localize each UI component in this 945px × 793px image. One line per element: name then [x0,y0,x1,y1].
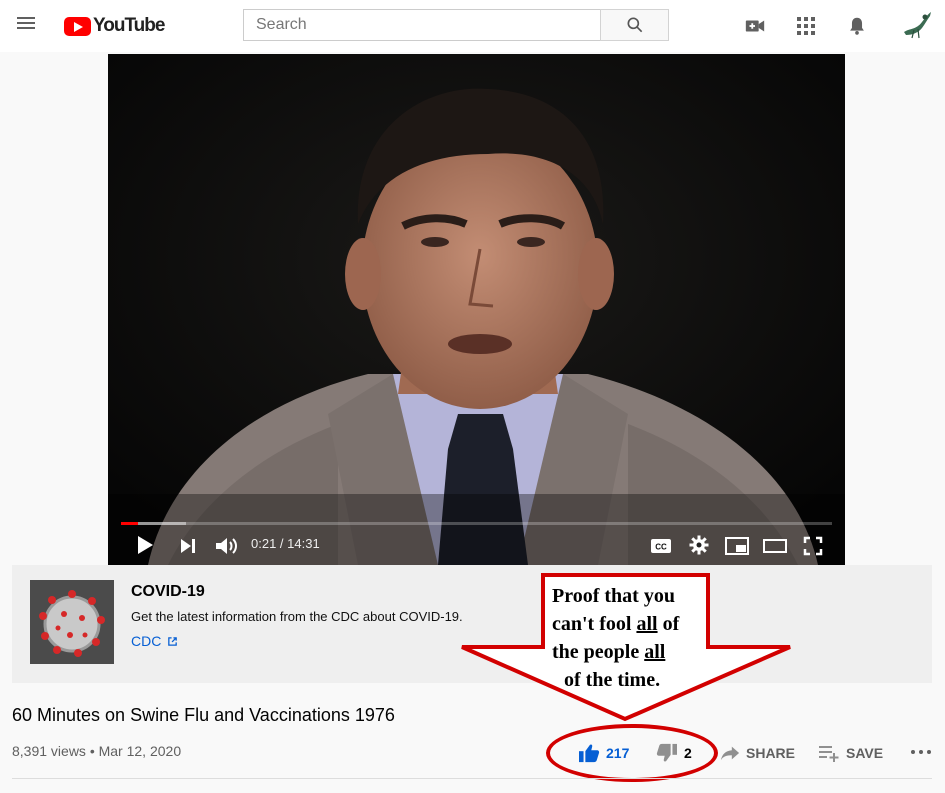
play-icon[interactable] [132,532,158,558]
next-video-icon[interactable] [176,534,200,558]
youtube-play-icon [64,16,91,36]
video-player[interactable]: 0:21 / 14:31 CC [108,54,845,565]
cdc-link-text: CDC [131,633,162,649]
annotation-line-1: Proof that you [552,585,675,607]
hamburger-menu-icon[interactable] [14,14,38,38]
create-video-icon[interactable] [743,14,767,38]
apps-grid-icon[interactable] [794,14,818,38]
video-title: 60 Minutes on Swine Flu and Vaccinations… [12,705,395,725]
annotation-line-3: the people all [552,641,666,663]
miniplayer-icon[interactable] [724,534,750,558]
annotation-line-2: can't fool all of [552,613,680,635]
notifications-bell-icon[interactable] [845,14,869,38]
covid-panel-title: COVID-19 [131,583,205,600]
youtube-logo[interactable]: YouTube [64,15,165,37]
video-frame [108,54,845,565]
share-button[interactable]: SHARE [720,744,795,762]
divider [12,778,932,779]
account-avatar[interactable] [900,8,934,42]
save-button[interactable]: SAVE [818,744,883,762]
search-box [243,9,601,41]
progress-bar[interactable] [121,522,832,525]
more-actions-icon[interactable] [910,748,932,756]
time-display: 0:21 / 14:31 [251,536,320,551]
coronavirus-image [30,580,114,664]
progress-played [121,522,139,525]
volume-icon[interactable] [213,532,241,560]
share-label: SHARE [746,745,796,761]
closed-captions-icon[interactable]: CC [648,534,674,558]
video-view-count-date: 8,391 views • Mar 12, 2020 [12,743,182,759]
covid-panel-description: Get the latest information from the CDC … [131,609,463,624]
annotation-line-4: of the time. [564,669,661,691]
settings-gear-icon[interactable] [686,532,712,558]
search-icon [627,17,642,33]
save-label: SAVE [846,745,884,761]
annotation-text: Proof that you can't fool all of the peo… [540,582,710,694]
svg-text:CC: CC [655,543,667,552]
masthead: YouTube [0,0,945,52]
search-button[interactable] [600,9,669,41]
external-link-icon [168,636,178,646]
fullscreen-icon[interactable] [800,533,826,559]
cdc-link[interactable]: CDC [131,633,178,649]
add-to-playlist-icon [819,746,839,762]
annotation-circle [546,724,718,782]
search-input[interactable] [244,10,601,40]
theater-mode-icon[interactable] [762,534,788,558]
logo-text: YouTube [93,15,165,36]
share-arrow-icon [720,746,740,761]
